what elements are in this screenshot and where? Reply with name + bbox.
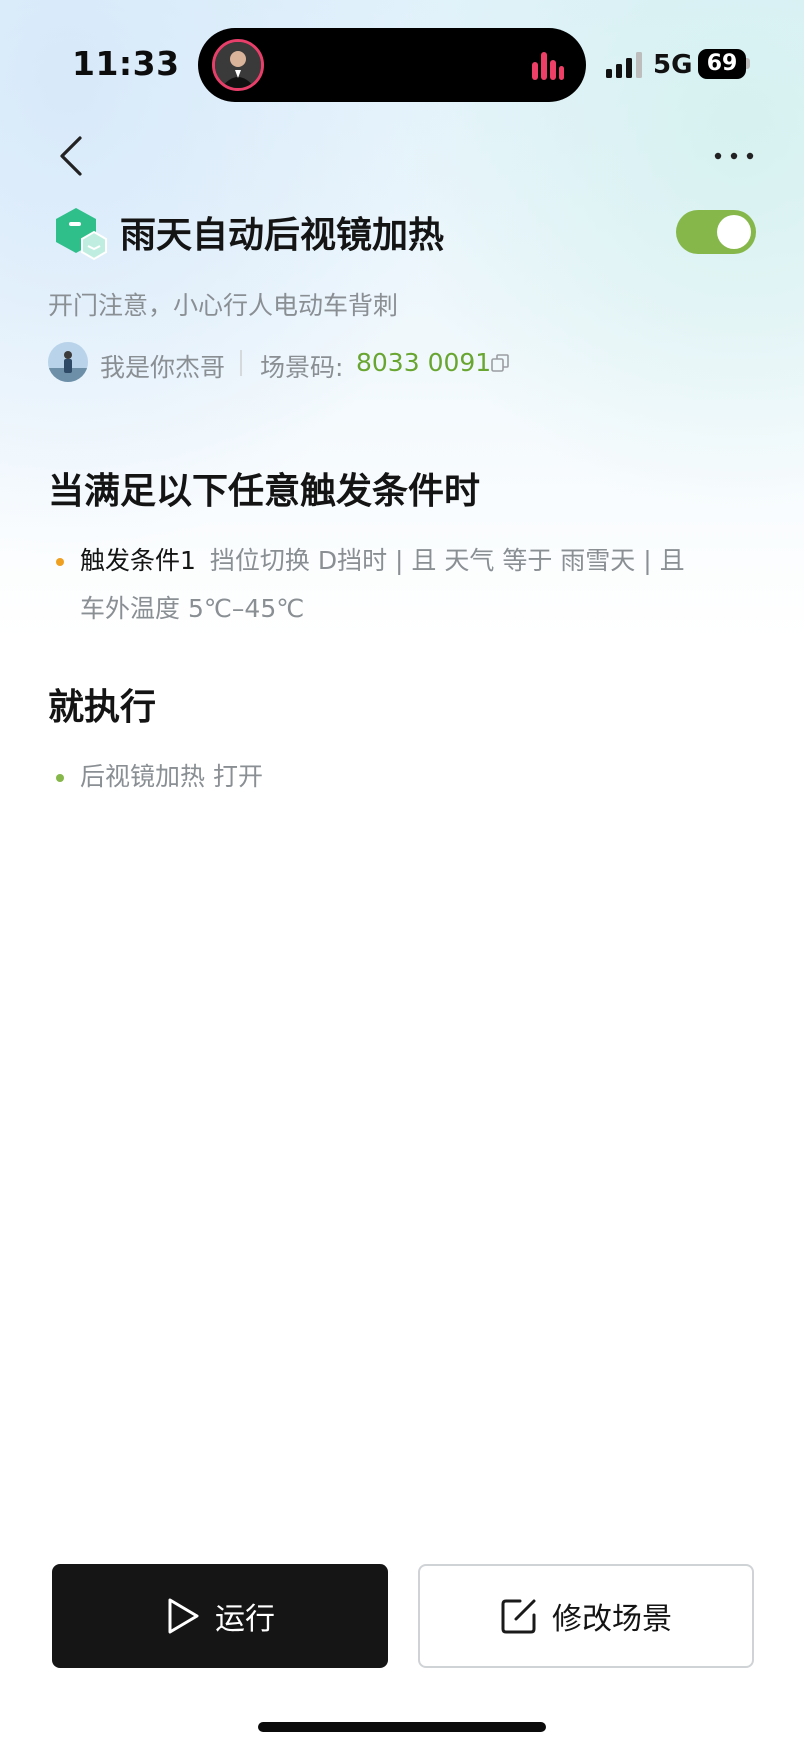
- copy-icon[interactable]: [490, 353, 510, 373]
- conditions-heading: 当满足以下任意触发条件时: [48, 471, 481, 512]
- action-bullet: [56, 774, 64, 782]
- battery-cap: [746, 58, 750, 69]
- audio-levels-icon: [532, 52, 564, 80]
- scene-cube-icon: [56, 208, 107, 261]
- dynamic-island[interactable]: [198, 28, 586, 102]
- play-icon: [168, 1598, 199, 1634]
- edit-scene-button[interactable]: 修改场景: [418, 1564, 754, 1668]
- action-item: 后视镜加热 打开: [80, 762, 263, 791]
- scene-code-label: 场景码:: [260, 353, 344, 382]
- actions-heading: 就执行: [48, 687, 157, 728]
- condition-name: 触发条件1: [80, 546, 196, 575]
- scene-title: 雨天自动后视镜加热: [120, 215, 445, 256]
- scene-description: 开门注意，小心行人电动车背刺: [48, 291, 399, 320]
- condition-item: 触发条件1 挡位切换 D挡时 | 且 天气 等于 雨雪天 | 且: [80, 544, 685, 578]
- run-button[interactable]: 运行: [52, 1564, 388, 1668]
- scene-enable-toggle[interactable]: [676, 210, 756, 254]
- more-horizontal-icon[interactable]: [712, 146, 756, 166]
- author-divider: [240, 350, 242, 376]
- author-avatar[interactable]: [48, 342, 88, 382]
- run-button-label: 运行: [215, 1602, 275, 1637]
- status-time: 11:33: [72, 44, 180, 83]
- home-indicator[interactable]: [258, 1722, 546, 1732]
- island-avatar: [212, 39, 264, 91]
- edit-icon: [501, 1599, 536, 1634]
- condition-bullet: [56, 558, 64, 566]
- scene-code-value: 8033 0091: [356, 348, 492, 377]
- condition-detail-continued: 车外温度 5℃–45℃: [80, 594, 305, 623]
- condition-detail: 挡位切换 D挡时 | 且 天气 等于 雨雪天 | 且: [209, 546, 685, 575]
- battery-level: 69: [698, 49, 746, 79]
- toggle-knob: [717, 215, 751, 249]
- chevron-left-icon[interactable]: [54, 134, 90, 178]
- author-name[interactable]: 我是你杰哥: [100, 348, 225, 384]
- edit-button-label: 修改场景: [552, 1602, 672, 1637]
- network-type: 5G: [653, 50, 693, 80]
- cellular-signal-icon: [606, 52, 642, 78]
